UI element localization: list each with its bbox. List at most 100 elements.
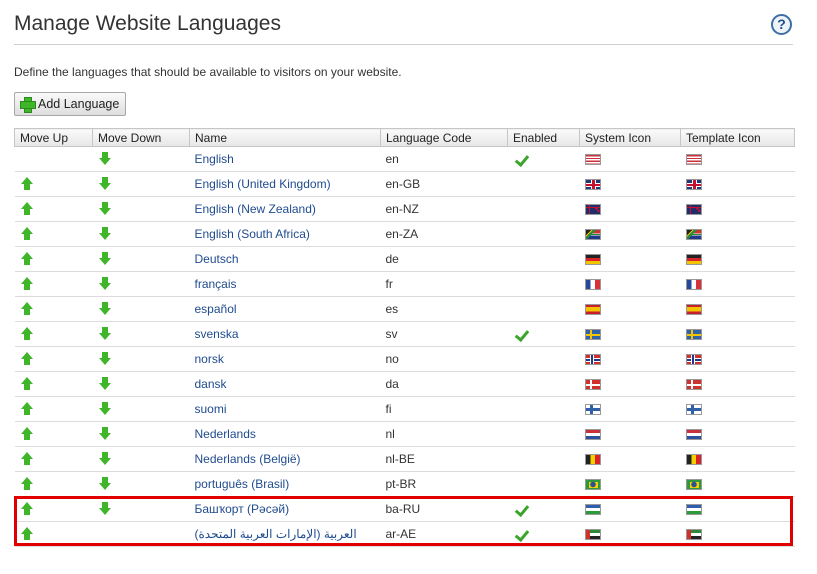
- move-up-cell: [14, 396, 93, 422]
- column-header-move-up[interactable]: Move Up: [14, 128, 93, 147]
- help-icon[interactable]: ?: [771, 14, 792, 35]
- move-down-cell: [92, 221, 190, 247]
- language-name-link[interactable]: English (South Africa): [189, 221, 381, 247]
- language-name-link[interactable]: Nederlands: [189, 421, 381, 447]
- move-up-cell: [14, 371, 93, 397]
- language-name-link[interactable]: español: [189, 296, 381, 322]
- system-icon-cell: [579, 196, 681, 222]
- move-up-button[interactable]: [20, 202, 33, 216]
- enabled-cell: [507, 196, 580, 222]
- template-icon-cell: [680, 421, 795, 447]
- table-row: dansk da: [14, 371, 795, 397]
- move-up-button[interactable]: [20, 402, 33, 416]
- move-up-cell: [14, 346, 93, 372]
- move-down-button[interactable]: [98, 352, 111, 366]
- language-name-link[interactable]: norsk: [189, 346, 381, 372]
- language-name-link[interactable]: English (United Kingdom): [189, 171, 381, 197]
- move-up-button[interactable]: [20, 277, 33, 291]
- column-header-move-down[interactable]: Move Down: [92, 128, 190, 147]
- flag-nz-icon: [584, 204, 601, 216]
- move-up-button[interactable]: [20, 327, 33, 341]
- move-down-button[interactable]: [98, 177, 111, 191]
- language-code: en-ZA: [380, 221, 508, 247]
- template-icon-cell: [680, 371, 795, 397]
- move-down-cell: [92, 321, 190, 347]
- flag-fi-icon: [685, 404, 702, 416]
- column-header-language-code[interactable]: Language Code: [380, 128, 508, 147]
- table-row: Deutsch de: [14, 246, 795, 272]
- flag-za-icon: [584, 229, 601, 241]
- language-code: en-NZ: [380, 196, 508, 222]
- add-language-button[interactable]: Add Language: [14, 92, 127, 116]
- move-up-button[interactable]: [20, 452, 33, 466]
- column-header-system-icon[interactable]: System Icon: [579, 128, 681, 147]
- enabled-cell: [507, 271, 580, 297]
- language-name-link[interactable]: français: [189, 271, 381, 297]
- move-down-button[interactable]: [98, 302, 111, 316]
- language-name-link[interactable]: dansk: [189, 371, 381, 397]
- flag-nl-icon: [584, 429, 601, 441]
- move-down-cell: [92, 371, 190, 397]
- system-icon-cell: [579, 446, 681, 472]
- move-down-button[interactable]: [98, 427, 111, 441]
- table-row: English (South Africa) en-ZA: [14, 221, 795, 247]
- table-row: English (New Zealand) en-NZ: [14, 196, 795, 222]
- move-down-button[interactable]: [98, 202, 111, 216]
- language-code: en-GB: [380, 171, 508, 197]
- page-description: Define the languages that should be avai…: [14, 65, 402, 79]
- move-down-cell: [92, 171, 190, 197]
- table-row: português (Brasil) pt-BR: [14, 471, 795, 497]
- table-row: English en: [14, 146, 795, 172]
- system-icon-cell: [579, 296, 681, 322]
- flag-gb-icon: [584, 179, 601, 191]
- column-header-enabled[interactable]: Enabled: [507, 128, 580, 147]
- flag-se-icon: [685, 329, 702, 341]
- plus-icon: [19, 96, 36, 113]
- enabled-cell: [507, 346, 580, 372]
- flag-no-icon: [584, 354, 601, 366]
- move-down-button[interactable]: [98, 402, 111, 416]
- flag-be-icon: [584, 454, 601, 466]
- template-icon-cell: [680, 146, 795, 172]
- move-down-button[interactable]: [98, 327, 111, 341]
- move-up-button[interactable]: [20, 477, 33, 491]
- move-down-button[interactable]: [98, 377, 111, 391]
- move-up-button[interactable]: [20, 377, 33, 391]
- table-row: norsk no: [14, 346, 795, 372]
- column-header-template-icon[interactable]: Template Icon: [680, 128, 795, 147]
- language-code: sv: [380, 321, 508, 347]
- move-up-button[interactable]: [20, 427, 33, 441]
- table-row: English (United Kingdom) en-GB: [14, 171, 795, 197]
- language-name-link[interactable]: English: [189, 146, 381, 172]
- move-down-cell: [92, 146, 190, 172]
- move-up-button[interactable]: [20, 252, 33, 266]
- language-name-link[interactable]: English (New Zealand): [189, 196, 381, 222]
- flag-de-icon: [584, 254, 601, 266]
- move-up-button[interactable]: [20, 302, 33, 316]
- move-down-button[interactable]: [98, 277, 111, 291]
- move-up-button[interactable]: [20, 352, 33, 366]
- language-code: pt-BR: [380, 471, 508, 497]
- move-down-button[interactable]: [98, 452, 111, 466]
- move-down-cell: [92, 271, 190, 297]
- flag-za-icon: [685, 229, 702, 241]
- column-header-name[interactable]: Name: [189, 128, 381, 147]
- move-down-button[interactable]: [98, 252, 111, 266]
- move-down-button[interactable]: [98, 227, 111, 241]
- enabled-cell: [507, 321, 580, 347]
- language-name-link[interactable]: Nederlands (België): [189, 446, 381, 472]
- language-name-link[interactable]: svenska: [189, 321, 381, 347]
- move-down-button[interactable]: [98, 152, 111, 166]
- move-up-cell: [14, 221, 93, 247]
- language-code: no: [380, 346, 508, 372]
- language-name-link[interactable]: Deutsch: [189, 246, 381, 272]
- template-icon-cell: [680, 446, 795, 472]
- language-name-link[interactable]: suomi: [189, 396, 381, 422]
- flag-se-icon: [584, 329, 601, 341]
- move-down-button[interactable]: [98, 477, 111, 491]
- enabled-cell: [507, 146, 580, 172]
- move-down-cell: [92, 246, 190, 272]
- move-up-button[interactable]: [20, 227, 33, 241]
- language-name-link[interactable]: português (Brasil): [189, 471, 381, 497]
- move-up-button[interactable]: [20, 177, 33, 191]
